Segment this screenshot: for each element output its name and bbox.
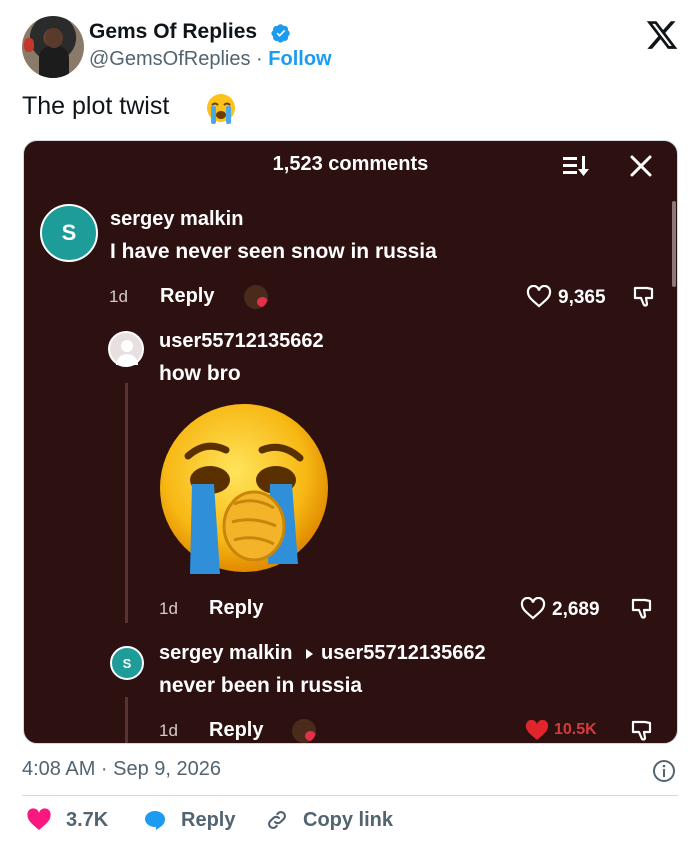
- copy-link-button[interactable]: Copy link: [265, 808, 393, 832]
- like-count: 2,689: [552, 599, 600, 620]
- like-count: 9,365: [558, 287, 606, 308]
- commenter-avatar[interactable]: S: [40, 204, 98, 262]
- scrollbar[interactable]: [672, 201, 676, 287]
- heart-icon[interactable]: [526, 285, 552, 309]
- creator-liked-avatar: [292, 719, 316, 743]
- dislike-icon[interactable]: [629, 597, 655, 621]
- comment-reply-button[interactable]: Reply: [209, 719, 263, 742]
- like-count: 10.5K: [554, 721, 597, 738]
- tweet-timestamp[interactable]: 4:08 AM · Sep 9, 2026: [22, 758, 221, 781]
- like-count: 3.7K: [66, 808, 109, 831]
- display-name[interactable]: Gems Of Replies: [89, 20, 257, 44]
- reply-bubble-icon: [145, 811, 165, 830]
- x-logo-icon[interactable]: [645, 18, 679, 52]
- close-icon[interactable]: [628, 153, 654, 179]
- heart-icon: [27, 808, 51, 830]
- comment-username[interactable]: user55712135662: [159, 330, 324, 353]
- comment-text: how bro: [159, 362, 241, 385]
- commenter-avatar[interactable]: S: [110, 646, 144, 680]
- comment-username[interactable]: sergey malkin: [110, 208, 243, 231]
- dislike-icon[interactable]: [629, 719, 655, 743]
- copy-link-label: Copy link: [303, 808, 394, 831]
- thread-line: [125, 697, 128, 743]
- reply-to-username[interactable]: user55712135662: [321, 642, 486, 665]
- tweet-text: The plot twist: [22, 92, 170, 120]
- comment-reply-button[interactable]: Reply: [209, 597, 263, 620]
- separator: ·: [256, 48, 263, 70]
- comment-username[interactable]: sergey malkin: [159, 642, 292, 665]
- like-button[interactable]: 3.7K: [26, 808, 108, 832]
- crying-face-emoji-icon: [160, 404, 328, 574]
- heart-filled-icon[interactable]: [524, 719, 550, 743]
- sort-icon[interactable]: [561, 153, 591, 179]
- info-icon[interactable]: [652, 759, 676, 783]
- heart-icon[interactable]: [520, 597, 546, 621]
- reply-label: Reply: [181, 808, 236, 831]
- thread-line: [125, 383, 128, 623]
- comment-text: I have never seen snow in russia: [110, 240, 437, 263]
- comment-time: 1d: [159, 721, 178, 740]
- profile-avatar[interactable]: [22, 16, 84, 78]
- link-icon: [268, 811, 286, 829]
- loudly-crying-face-icon: [207, 94, 235, 124]
- handle-row: @GemsOfReplies · Follow: [89, 48, 332, 71]
- dislike-icon[interactable]: [631, 285, 657, 309]
- commenter-avatar[interactable]: [108, 331, 144, 367]
- divider: [22, 795, 678, 796]
- comment-time: 1d: [109, 287, 128, 306]
- reply-arrow-icon: [306, 649, 313, 659]
- handle[interactable]: @GemsOfReplies: [89, 48, 250, 70]
- follow-button[interactable]: Follow: [268, 48, 331, 70]
- comment-text: never been in russia: [159, 674, 363, 697]
- comment-reply-button[interactable]: Reply: [160, 285, 214, 308]
- creator-liked-avatar: [244, 285, 268, 309]
- verified-badge-icon: [271, 24, 290, 43]
- screenshot-media[interactable]: 1,523 comments S sergey malkin I have ne…: [23, 140, 678, 744]
- reply-button[interactable]: Reply: [143, 808, 235, 832]
- comment-time: 1d: [159, 599, 178, 618]
